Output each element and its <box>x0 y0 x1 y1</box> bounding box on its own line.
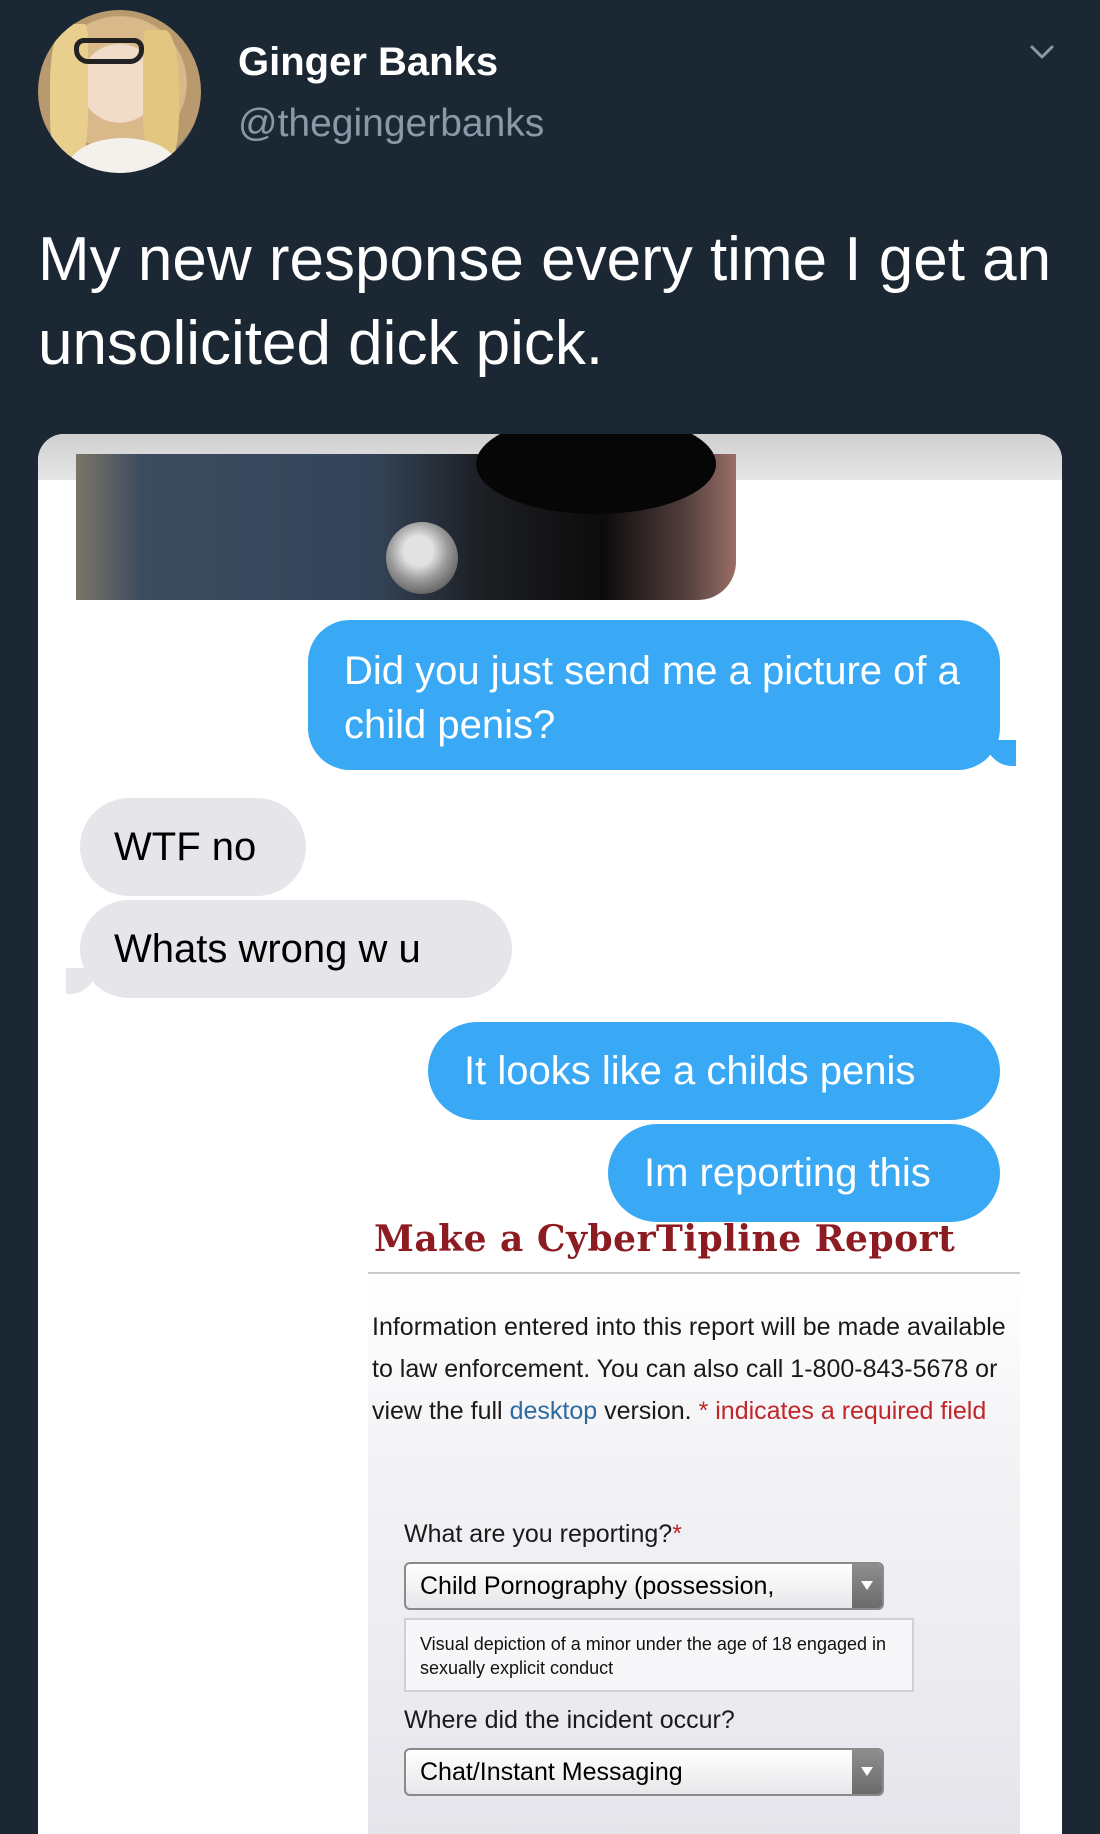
question-what-reporting: What are you reporting?* <box>404 1520 682 1549</box>
select-arrow-box[interactable] <box>852 1564 882 1608</box>
required-field-note: * indicates a required field <box>698 1397 987 1425</box>
tweet-media-image[interactable]: Did you just send me a picture of a chil… <box>38 434 1062 1834</box>
reporting-type-select[interactable]: Child Pornography (possession, <box>404 1562 884 1610</box>
sent-message-bubble: It looks like a childs penis <box>428 1022 1000 1120</box>
dropdown-arrow-icon <box>861 1767 873 1776</box>
sent-message-bubble: Did you just send me a picture of a chil… <box>308 620 1000 770</box>
sent-message-bubble: Im reporting this <box>608 1124 1000 1222</box>
photo-button <box>386 522 458 594</box>
select-value: Child Pornography (possession, <box>420 1572 775 1600</box>
avatar-glasses <box>74 38 144 64</box>
intro-text-end: version. <box>597 1397 699 1425</box>
tweet-header: Ginger Banks @thegingerbanks <box>0 0 1100 200</box>
required-asterisk: * <box>672 1520 682 1548</box>
reporting-type-description: Visual depiction of a minor under the ag… <box>404 1618 914 1692</box>
avatar[interactable] <box>38 10 201 173</box>
question-label: What are you reporting? <box>404 1520 673 1548</box>
incident-location-select[interactable]: Chat/Instant Messaging <box>404 1748 884 1796</box>
sent-bubble-tail <box>986 740 1016 766</box>
cybertipline-divider <box>368 1272 1020 1274</box>
message-photo <box>76 434 736 600</box>
question-where-occurred: Where did the incident occur? <box>404 1706 735 1734</box>
cybertipline-intro: Information entered into this report wil… <box>372 1306 1012 1432</box>
received-bubble-tail <box>66 968 96 994</box>
desktop-link[interactable]: desktop <box>510 1397 598 1425</box>
received-message-bubble: Whats wrong w u <box>80 900 512 998</box>
display-name[interactable]: Ginger Banks <box>238 40 498 85</box>
user-handle[interactable]: @thegingerbanks <box>238 102 544 146</box>
tweet-text: My new response every time I get an unso… <box>38 225 1052 378</box>
photo-censor-blur <box>476 434 716 514</box>
received-message-bubble: WTF no <box>80 798 306 896</box>
chevron-down-icon[interactable] <box>1030 40 1054 64</box>
select-arrow-box[interactable] <box>852 1750 882 1794</box>
select-value: Chat/Instant Messaging <box>420 1758 683 1786</box>
cybertipline-title: Make a CyberTipline Report <box>374 1218 956 1260</box>
dropdown-arrow-icon <box>861 1581 873 1590</box>
